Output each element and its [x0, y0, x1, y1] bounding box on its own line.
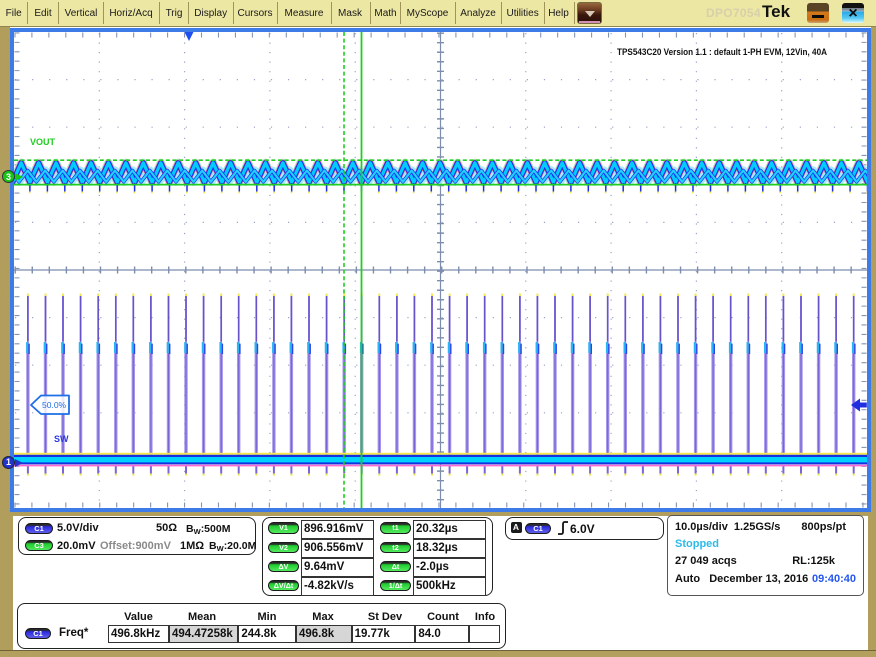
svg-text:50.0%: 50.0%	[42, 400, 67, 410]
svg-text:SW: SW	[54, 434, 69, 444]
svg-text:VOUT: VOUT	[30, 137, 56, 147]
svg-text:TPS543C20 Version 1.1 : defaul: TPS543C20 Version 1.1 : default 1-PH EVM…	[617, 47, 827, 58]
